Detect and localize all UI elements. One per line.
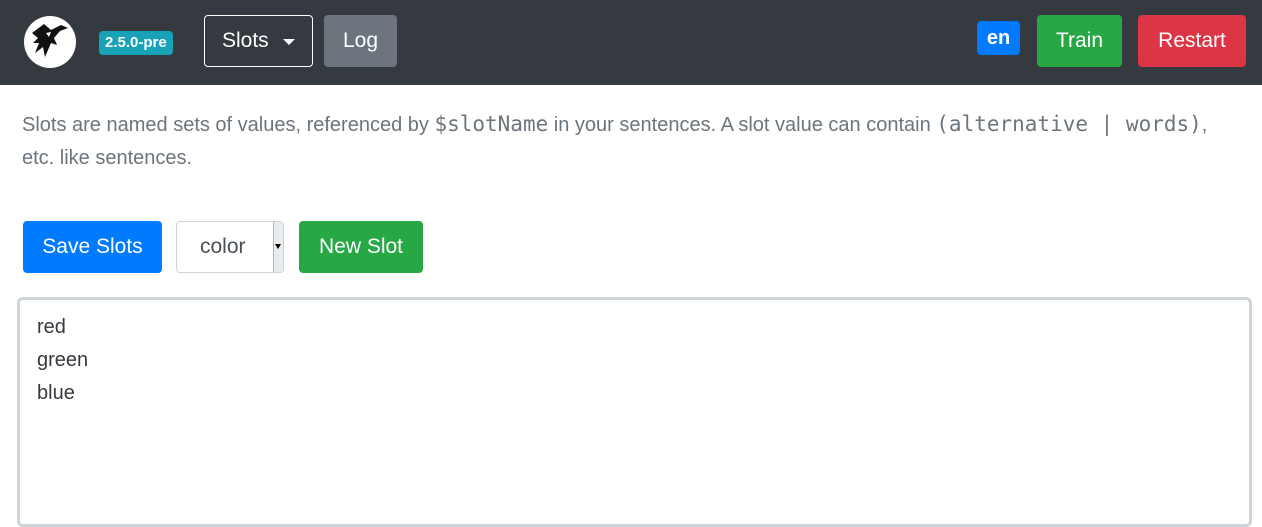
navbar: 2.5.0-pre Slots Log en Train Restart [0, 0, 1262, 85]
help-code-alternative: (alternative | words) [936, 112, 1202, 136]
help-code-slotname: $slotName [434, 112, 549, 136]
slot-value-line: green [37, 349, 89, 371]
slot-select[interactable]: color [176, 221, 284, 273]
slot-select-value: color [200, 235, 246, 258]
bird-logo-icon[interactable] [24, 16, 76, 68]
save-slots-button[interactable]: Save Slots [23, 221, 162, 273]
version-badge: 2.5.0-pre [99, 31, 173, 55]
select-arrow-icon [273, 222, 283, 272]
slot-value-line: red [37, 316, 66, 338]
slots-dropdown[interactable]: Slots [204, 15, 313, 67]
help-text: Slots are named sets of values, referenc… [22, 108, 1242, 175]
slot-values-editor[interactable]: red green blue [17, 297, 1252, 527]
help-text-part2: in your sentences. A slot value can cont… [548, 114, 937, 136]
bird-logo-svg [32, 24, 68, 57]
new-slot-button[interactable]: New Slot [299, 221, 423, 273]
language-badge: en [977, 21, 1020, 55]
restart-button[interactable]: Restart [1138, 15, 1246, 67]
help-text-part1: Slots are named sets of values, referenc… [22, 114, 435, 136]
slot-value-line: blue [37, 382, 75, 404]
train-button[interactable]: Train [1037, 15, 1122, 67]
slots-dropdown-label: Slots [222, 29, 269, 52]
caret-down-icon [283, 39, 295, 45]
log-button[interactable]: Log [324, 15, 397, 67]
